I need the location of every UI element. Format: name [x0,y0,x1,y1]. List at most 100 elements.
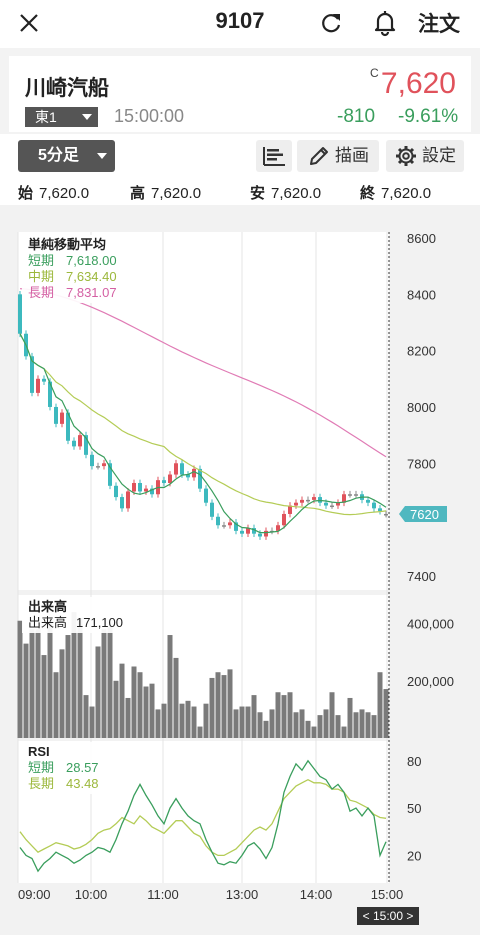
candle [54,406,58,424]
sma-mid-row: 中期 7,634.40 [28,269,117,284]
volume-bar [311,726,317,738]
chart-area[interactable]: 8600 8400 8200 8000 7800 7400 09:00 10:00 11:00 1… [0,205,480,935]
chart-toolbar: 5分足 描画 設定 [0,134,480,182]
volume-bar [173,657,179,738]
candle [192,468,196,478]
top-bar: 9107 注文 [0,0,480,48]
ohlc-open: 始 7,620.0 [18,185,90,202]
bell-icon[interactable] [372,9,398,37]
volume-bar [263,720,269,738]
volume-bar [119,663,125,738]
volume-bar [245,706,251,738]
volume-bar [209,677,215,738]
price-change-percent: -9.61% [398,106,459,127]
rsi-legend: RSI 短期 28.57 長期 43.48 [22,742,106,794]
volume-bar [137,672,143,738]
volume-bar [47,617,53,738]
volume-bar [317,715,323,738]
settings-button[interactable]: 設定 [386,140,464,172]
volume-bar [101,629,107,738]
candle [354,494,358,496]
candle [312,497,316,500]
volume-bar [197,726,203,738]
volume-bar [143,686,149,738]
time-tick-label: 13:00 [226,887,259,902]
volume-bar [341,726,347,738]
candle [204,488,208,503]
svg-text:7620: 7620 [410,507,439,522]
volume-bar [323,709,329,738]
market-label: 東1 [35,109,57,125]
volume-bar [185,700,191,738]
volume-bar [281,695,287,738]
volume-bar [23,643,29,738]
volume-legend-title: 出来高 [28,599,68,614]
ohlc-close: 終 7,620.0 [360,185,432,202]
price-tick-label: 8600 [407,231,436,246]
volume-bar [227,669,233,738]
volume-bar [125,697,131,738]
list-icon [263,147,285,166]
price-flag: C [370,66,379,80]
volume-bar [347,697,353,738]
price-tick-label: 8200 [407,344,436,359]
gear-icon [396,146,416,166]
volume-row: 出来高 171,100 [28,615,123,630]
candle [264,530,268,537]
candle [210,502,214,517]
volume-bar [41,655,47,738]
volume-bar [215,672,221,738]
volume-bar [53,672,59,738]
candle [60,412,64,424]
draw-button[interactable]: 描画 [297,140,379,172]
volume-bar [257,712,263,738]
rsi-long-row: 長期 43.48 [28,776,99,791]
candle [72,440,76,447]
volume-bar [77,617,83,738]
volume-bar [83,695,89,738]
candle [282,513,286,526]
interval-select[interactable]: 5分足 [18,140,115,172]
ohlc-row: 始 7,620.0 高 7,620.0 安 7,620.0 終 7,620.0 [0,181,480,205]
time-tick-label: 15:00 [371,887,404,902]
price-tick-label: 7800 [407,456,436,471]
ohlc-low: 安 7,620.0 [250,185,322,202]
candle [372,502,376,509]
draw-label: 描画 [335,146,369,165]
market-select[interactable]: 東1 [25,107,98,127]
candle [300,499,304,503]
volume-bar [35,629,41,738]
volume-bar [371,715,377,738]
stock-info-card: 川崎汽船 C 7,620 東1 15:00:00 -810 -9.61% [9,56,471,132]
volume-bar [203,703,209,738]
rsi-tick-label: 80 [407,754,421,769]
candle [120,497,124,509]
time-tick-label: 11:00 [147,887,179,902]
svg-text:< 15:00 >: < 15:00 > [363,909,414,923]
candle [348,494,352,496]
candle [324,502,328,506]
candle [318,497,322,503]
volume-bar [107,626,113,738]
candle [198,468,202,489]
volume-bar [305,720,311,738]
volume-bar [149,683,155,738]
volume-legend: 出来高 出来高 171,100 [22,597,136,633]
price-tick-label: 8000 [407,400,436,415]
candle [42,378,46,382]
order-button[interactable]: 注文 [418,8,460,38]
volume-bar [329,692,335,738]
candle [240,530,244,534]
indicator-list-button[interactable] [256,140,292,172]
volume-bar [365,712,371,738]
candle [114,485,118,498]
volume-bar [293,712,299,738]
refresh-icon[interactable] [318,10,344,36]
close-icon[interactable] [16,10,42,36]
stock-info-bar: 川崎汽船 C 7,620 東1 15:00:00 -810 -9.61% [0,48,480,134]
chart-svg[interactable]: 8600 8400 8200 8000 7800 7400 09:00 10:00 11:00 1… [0,205,480,935]
ohlc-high: 高 7,620.0 [130,185,202,202]
volume-bar [275,692,281,738]
candle [90,454,94,467]
volume-bar [131,666,137,738]
